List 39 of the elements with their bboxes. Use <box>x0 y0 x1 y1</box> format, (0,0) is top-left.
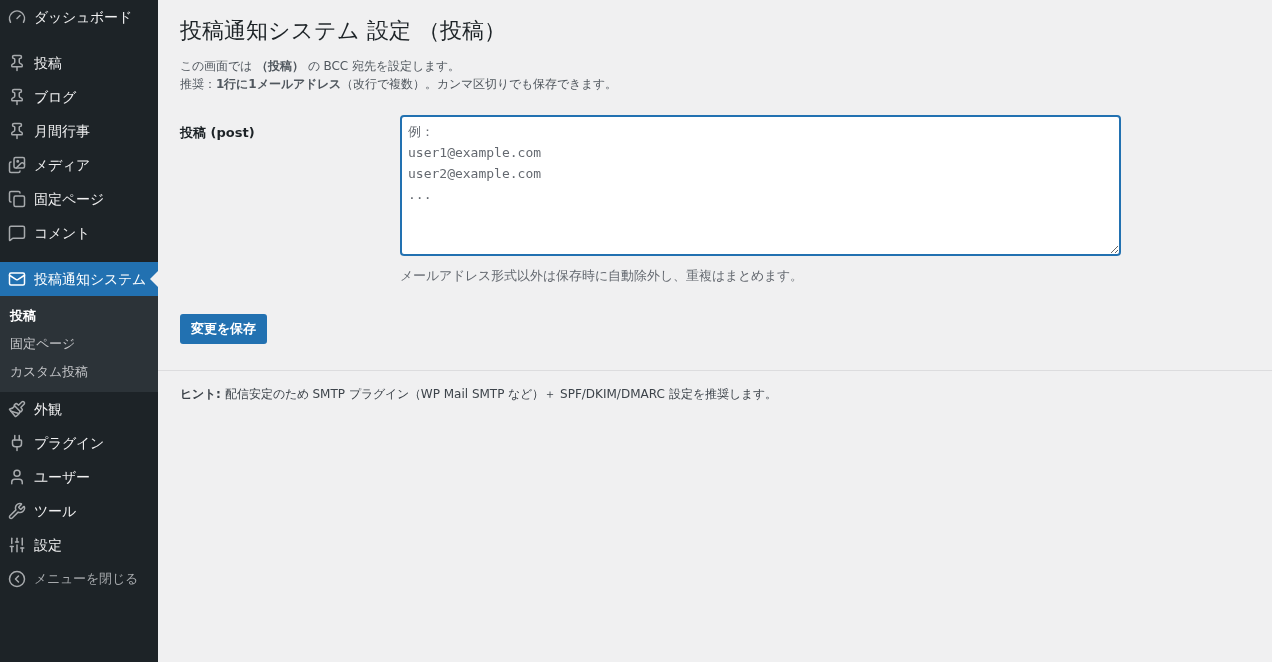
submenu-item[interactable]: 投稿 <box>0 302 158 330</box>
mail-icon <box>8 270 26 288</box>
sidebar-item[interactable]: コメント <box>0 216 158 250</box>
page-title: 投稿通知システム 設定 （投稿） <box>180 17 507 45</box>
submenu-item[interactable]: カスタム投稿 <box>0 358 158 386</box>
media-icon <box>8 156 26 174</box>
sidebar-item[interactable]: ユーザー <box>0 460 158 494</box>
sidebar-item[interactable]: 固定ページ <box>0 182 158 216</box>
field-label: 投稿 (post) <box>180 124 256 142</box>
collapse-icon <box>8 570 26 588</box>
save-button[interactable]: 変更を保存 <box>180 313 267 344</box>
sidebar-item[interactable]: ブログ <box>0 80 158 114</box>
hint-text: ヒント: 配信安定のため SMTP プラグイン（WP Mail SMTP など）＋ SPF/DKIM/DMARC 設定を推奨します。 <box>180 385 778 403</box>
field-help-text: メールアドレス形式以外は保存時に自動除外し、重複はまとめます。 <box>400 267 804 285</box>
description-text: この画面では （投稿） の BCC 宛先を設定します。 <box>180 58 462 75</box>
pin-icon <box>8 54 26 72</box>
comment-icon <box>8 224 26 242</box>
sidebar-item[interactable]: 月間行事 <box>0 114 158 148</box>
current-indicator <box>150 271 158 287</box>
sidebar-item[interactable]: 投稿 <box>0 46 158 80</box>
sidebar-item[interactable]: ダッシュボード <box>0 0 158 34</box>
sidebar-item[interactable]: 外観 <box>0 392 158 426</box>
sidebar-item[interactable]: 投稿通知システム <box>0 262 158 296</box>
collapse-menu-button[interactable]: メニューを閉じる <box>0 562 158 596</box>
sliders-icon <box>8 536 26 554</box>
pages-icon <box>8 190 26 208</box>
pin-icon <box>8 122 26 140</box>
submenu-item[interactable]: 固定ページ <box>0 330 158 358</box>
paintbrush-icon <box>8 400 26 418</box>
sidebar-item[interactable]: メディア <box>0 148 158 182</box>
sidebar-item[interactable]: ツール <box>0 494 158 528</box>
email-textarea[interactable]: 例： user1@example.com user2@example.com ... <box>400 115 1121 256</box>
sidebar-item[interactable]: プラグイン <box>0 426 158 460</box>
description-text: 推奨：1行に1メールアドレス（改行で複数）。カンマ区切りでも保存できます。 <box>180 76 618 93</box>
dashboard-icon <box>8 8 26 26</box>
sidebar-item[interactable]: 設定 <box>0 528 158 562</box>
wrench-icon <box>8 502 26 520</box>
pin-icon <box>8 88 26 106</box>
user-icon <box>8 468 26 486</box>
